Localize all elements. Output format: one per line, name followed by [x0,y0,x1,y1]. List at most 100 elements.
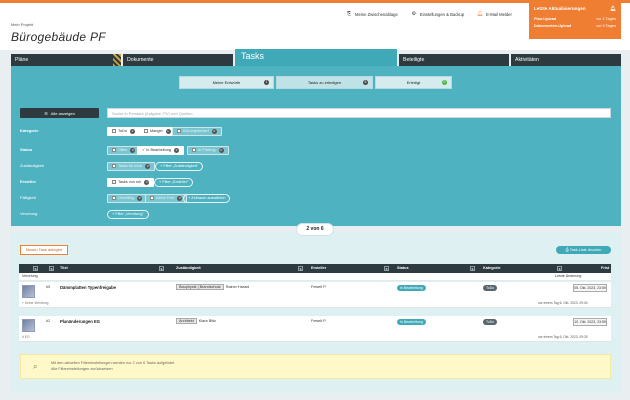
table-subheader: Verortung Letzte Änderung [19,273,611,281]
notifications-panel[interactable]: Letzte Aktualisierungen 🔔︎ Plan-Upload v… [529,3,621,39]
print-task-list-button[interactable]: ⎙ Task-Liste drucken [556,246,611,254]
subhead-right[interactable]: Letzte Änderung [555,274,581,278]
category-badge: ToDo [483,285,498,291]
column-header[interactable]: Status [397,266,409,270]
sort-icon[interactable]: ⇅ [33,266,38,271]
segment-tasks-zu-erledigen[interactable]: Tasks zu erledigen 6 [276,76,373,89]
checkbox-icon [112,163,116,168]
column-header[interactable]: Frist [601,266,609,270]
notification-time: vor 2 Tagen [596,17,616,21]
print-label: Task-Liste drucken [569,248,602,252]
tab-dokumente[interactable]: Dokumente [123,54,233,66]
column-header[interactable]: Zuständigkeit [176,266,201,270]
filter-ersteller-button[interactable]: + Filter „Ersteller" [154,178,194,187]
segment-meine-entwuerfe[interactable]: Meine Entwürfe 1 [179,76,274,89]
chip-klaerungsbedarf[interactable]: Klärungsbedarf 0 [172,127,222,136]
chip-count: 0 [130,148,136,153]
task-last-change: vor einem Tag 6. Okt. 2023, 09:25 [538,335,588,339]
notification-item[interactable]: Plan-Upload vor 2 Tagen [534,17,616,21]
hatch-marker [113,54,121,66]
notification-label: Dokumenten-Upload [534,24,572,28]
task-creator: Fewelt P. [311,285,327,289]
responsible-name: Rainer Harald [225,285,250,289]
task-title[interactable]: Dämmplatten Typenfreigabe [60,285,116,290]
segment-erledigt[interactable]: Erledigt 0 [375,76,452,89]
chip-keine-frist[interactable]: Keine Frist 0 [145,194,188,203]
tab-beteiligte[interactable]: Beteiligte [399,54,509,66]
chip-count: 0 [137,196,143,201]
chip-label: In Bearbeitung [146,148,171,152]
notification-item[interactable]: Dokumenten-Upload vor 9 Tagen [534,24,616,28]
responsible-tag: Bauphysik | Brandschutz [176,284,224,290]
task-thumbnail[interactable] [22,319,35,332]
filter-zustaendigkeit-button[interactable]: + Filter „Zuständigkeit" [155,162,203,171]
chip-label: Filter „Verortung" [115,212,144,216]
task-thumbnail[interactable] [22,285,35,298]
sort-icon[interactable]: ⇅ [159,266,164,271]
chip-label: Überfällig [118,196,135,200]
chip-label: Filter „Ersteller" [162,180,189,184]
tab-aktivitaeten[interactable]: Aktivitäten [511,54,621,66]
checkbox-icon [112,195,116,200]
chip-label: ToDo [118,129,127,133]
column-header[interactable]: Ersteller [311,266,326,270]
email-notifier-button[interactable]: 🔔︎ E-Mail Melder [477,11,512,17]
checkbox-icon [192,147,196,152]
table-row[interactable]: #2 Planänderungen EG Architekt Klara Blit… [19,316,611,342]
reset-filters-link[interactable]: Alle Filtereinstellungen zurücksetzen [51,367,113,371]
column-header[interactable]: Kategorie [483,266,501,270]
clipboard-icon: ⎘ [346,11,351,17]
chip-mangel[interactable]: Mangel 1 [139,127,176,136]
checkbox-icon [112,128,116,133]
chip-count: 0 [177,196,183,201]
sort-icon[interactable]: ⇅ [557,266,562,271]
chip-tasks-von-mir[interactable]: Tasks von mir 2 [107,178,155,187]
filter-label-verortung: Verortung [20,211,38,216]
filter-label-faelligkeit: Fälligkeit [20,195,36,200]
chip-label: Zeitraum auswählen [191,196,226,200]
due-date: 10. Okt. 2023, 23:59 [573,318,607,326]
status-badge: In Bearbeitung [397,285,426,291]
notifications-title: Letzte Aktualisierungen [534,6,586,11]
chip-label: Filter „Zuständigkeit" [163,164,198,168]
responsible-name: Klara Blitz [198,319,216,323]
show-all-button[interactable]: ☰ Alle anzeigen [20,108,99,118]
table-row[interactable]: #5 Dämmplatten Typenfreigabe Bauphysik |… [19,282,611,308]
sort-icon[interactable]: ⇅ [298,266,303,271]
new-task-button[interactable]: Neuen Task anlegen [20,245,68,255]
sort-icon[interactable]: ⇅ [49,266,54,271]
filter-verortung-button[interactable]: + Filter „Verortung" [107,210,149,219]
notification-label: Plan-Upload [534,17,557,21]
tab-label: Beteiligte [403,57,425,63]
chip-count: 0 [145,164,151,169]
sort-icon[interactable]: ⇅ [384,266,389,271]
filter-info-text: Mit den aktuellen Filtereinstellungen we… [51,361,176,365]
task-title[interactable]: Planänderungen EG [60,319,100,324]
segment-label: Meine Entwürfe [212,80,241,85]
task-last-change: vor einem Tag 6. Okt. 2023, 09:04 [538,301,588,305]
chip-offen[interactable]: Offen 0 [107,146,141,155]
filter-panel: Meine Entwürfe 1 Tasks zu erledigen 6 Er… [11,66,621,226]
chip-ueberfaellig[interactable]: Überfällig 0 [107,194,148,203]
chip-count: 2 [144,180,150,185]
chip-count: 0 [218,148,224,153]
clipboard-button[interactable]: ⎘ Meine Zwischenablage [346,11,398,17]
filter-label-zustaendigkeit: Zuständigkeit [20,163,44,168]
settings-button[interactable]: ⚙ Einstellungen & Backup [411,11,464,17]
sort-icon[interactable]: ⇅ [470,266,475,271]
column-header[interactable]: Titel [60,266,68,270]
chip-todo[interactable]: ToDo 2 [107,127,140,136]
tab-tasks[interactable]: Tasks [235,49,397,66]
search-input[interactable]: Suche in Pendant (Aufgabe, PV) und Quell… [107,108,611,118]
chip-count: 2 [174,148,180,153]
tab-plaene[interactable]: Pläne [11,54,121,66]
search-icon: ⌕ [33,362,38,371]
zeitraum-button[interactable]: + Zeitraum auswählen [183,194,231,203]
chip-in-pruefung[interactable]: In Prüfung 0 [187,146,229,155]
chip-tasks-fuer-mich[interactable]: Tasks für mich 0 [107,162,156,171]
chip-label: Offen [118,148,128,152]
filter-label-kategorie: Kategorie [20,128,39,133]
subhead-left[interactable]: Verortung [22,274,38,278]
chip-in-bearbeitung[interactable]: ✓ In Bearbeitung 2 [137,146,185,155]
settings-label: Einstellungen & Backup [419,11,465,17]
